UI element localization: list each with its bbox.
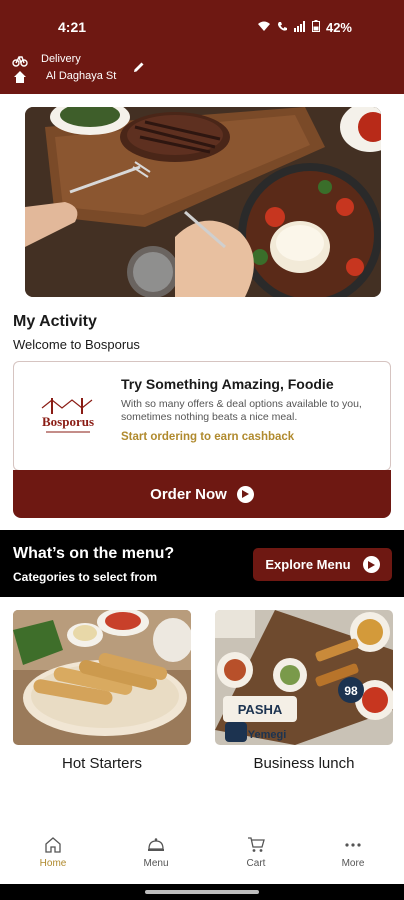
explore-menu-label: Explore Menu	[265, 557, 351, 572]
menu-section-subtitle: Categories to select from	[13, 570, 158, 584]
order-now-button[interactable]: Order Now	[13, 470, 391, 518]
price-badge: 98	[344, 684, 358, 698]
home-icon	[45, 837, 61, 853]
arrow-circle-icon	[236, 485, 254, 503]
order-now-label: Order Now	[150, 485, 227, 503]
bosporus-logo: Bosporus	[32, 390, 104, 440]
cloche-icon	[148, 838, 164, 851]
edit-pencil-icon[interactable]	[132, 60, 146, 74]
battery-percent: 42%	[325, 20, 352, 35]
menu-section-banner: What’s on the menu? Categories to select…	[0, 530, 404, 597]
more-icon	[345, 843, 361, 847]
status-time: 4:21	[58, 19, 87, 35]
battery-icon	[311, 20, 320, 35]
promo-cashback-link[interactable]: Start ordering to earn cashback	[121, 431, 294, 443]
nav-cart[interactable]: Cart	[226, 836, 286, 869]
delivery-label: Delivery	[41, 53, 81, 65]
banner-subtext: Yemegi	[248, 729, 287, 741]
status-icons: 42%	[257, 20, 352, 35]
promo-card[interactable]: Bosporus Try Something Amazing, Foodie W…	[13, 361, 391, 471]
nav-label-cart: Cart	[246, 858, 266, 869]
phone-icon	[277, 21, 288, 35]
delivery-address: Al Daghaya St	[46, 70, 117, 82]
app-header: 4:21 42% Delivery Al Daghaya St	[0, 0, 404, 94]
category-card-hot-starters[interactable]: Hot Starters	[13, 610, 191, 772]
category-card-business-lunch[interactable]: PASHA Yemegi 98 Business lunch	[215, 610, 393, 772]
nav-label-home: Home	[39, 858, 67, 869]
home-icon	[14, 71, 26, 83]
nav-label-menu: Menu	[143, 858, 169, 869]
hero-banner-image[interactable]	[25, 107, 381, 297]
nav-more[interactable]: More	[323, 836, 383, 869]
explore-menu-button[interactable]: Explore Menu	[253, 548, 392, 581]
wifi-icon	[257, 21, 271, 35]
category-label: Hot Starters	[61, 755, 143, 772]
activity-title: My Activity	[13, 313, 97, 330]
nav-menu[interactable]: Menu	[126, 836, 186, 869]
promo-title: Try Something Amazing, Foodie	[121, 376, 334, 392]
business-lunch-image: PASHA Yemegi 98	[215, 610, 393, 745]
bike-icon	[12, 56, 28, 67]
menu-section-title: What’s on the menu?	[13, 545, 175, 562]
hot-starters-image	[13, 610, 191, 745]
cart-icon	[248, 837, 265, 852]
banner-text: PASHA	[238, 702, 283, 717]
signal-icon	[293, 20, 306, 35]
bottom-navigation: Home Menu Cart More	[0, 830, 404, 882]
arrow-circle-icon	[362, 556, 380, 573]
system-gesture-bar	[0, 884, 404, 900]
delivery-address-selector[interactable]: Delivery Al Daghaya St	[12, 50, 392, 90]
logo-wordmark: Bosporus	[42, 414, 94, 429]
nav-label-more: More	[341, 858, 365, 869]
home-gesture-handle[interactable]	[145, 890, 259, 894]
nav-home[interactable]: Home	[23, 836, 83, 869]
promo-text: With so many offers & deal options avail…	[121, 398, 362, 423]
status-bar: 4:21 42%	[0, 0, 404, 40]
category-label: Business lunch	[253, 755, 355, 772]
activity-subtitle: Welcome to Bosporus	[13, 337, 140, 352]
